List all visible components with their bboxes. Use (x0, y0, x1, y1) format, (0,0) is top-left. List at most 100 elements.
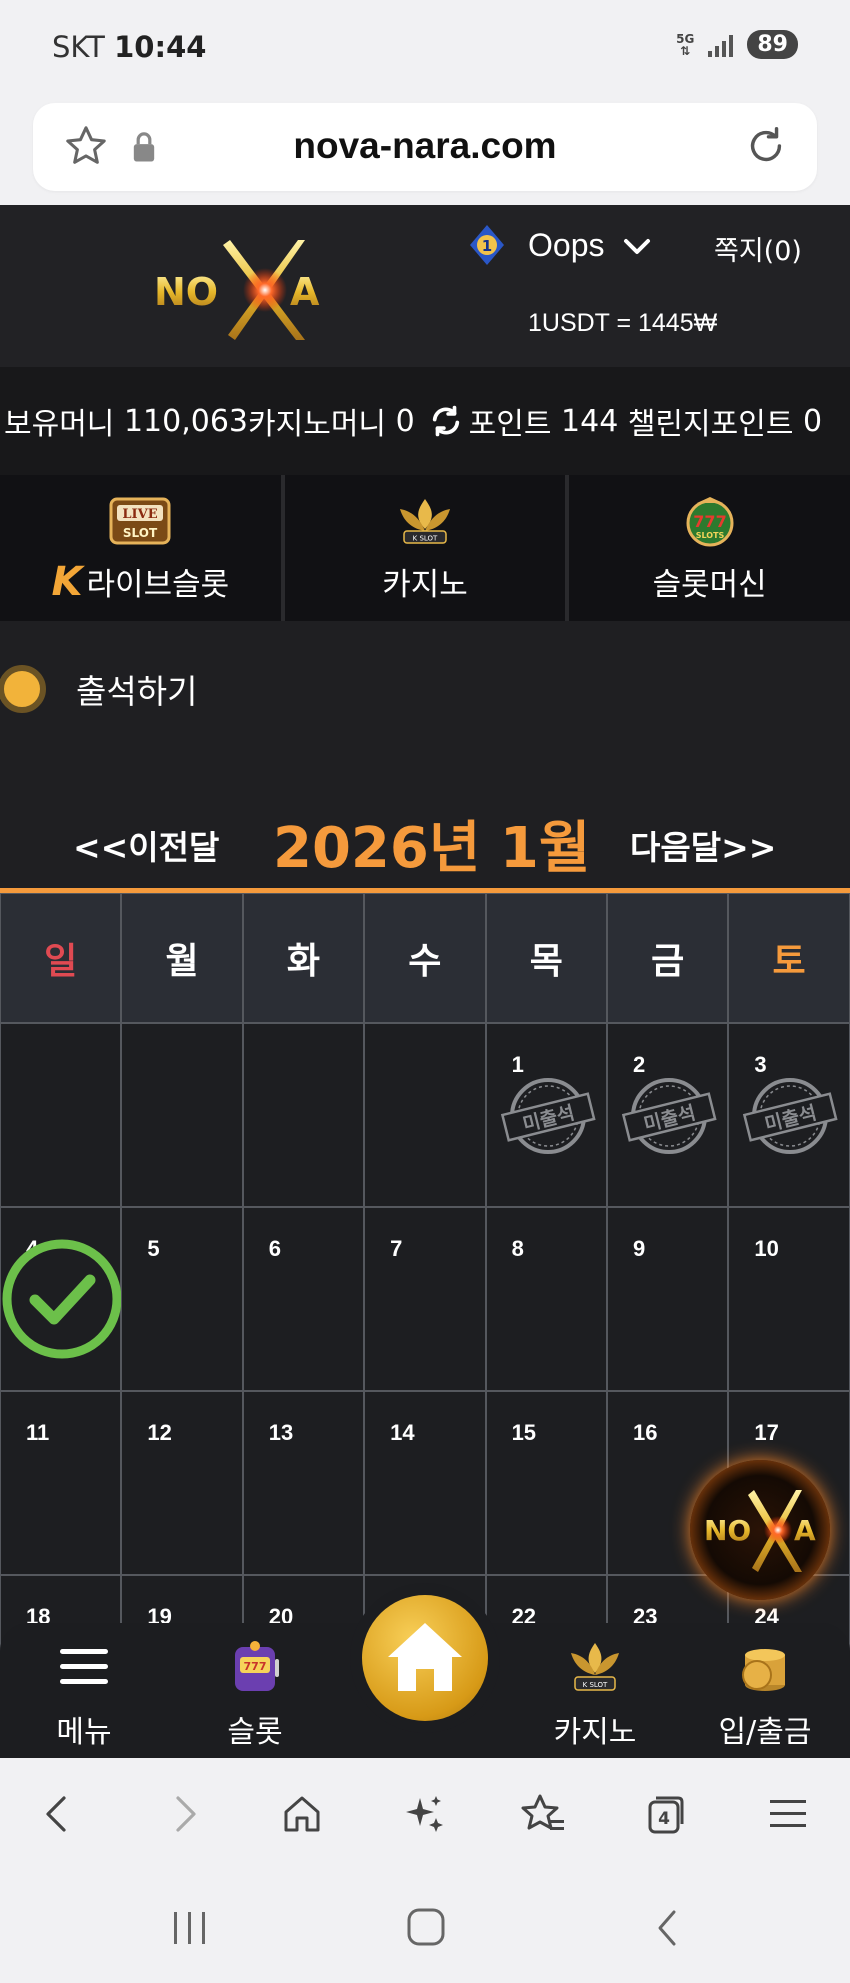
nova-logo[interactable]: NO A (150, 235, 350, 345)
system-back-icon[interactable] (646, 1908, 690, 1948)
attendance-title: 출석하기 (76, 672, 198, 711)
calendar-day-empty (121, 1023, 243, 1207)
calendar-day[interactable]: 3 미출석 (728, 1023, 850, 1207)
status-right: 5G ⇅ 89 (676, 30, 798, 59)
nav-label: 카지노 (553, 1715, 637, 1750)
svg-text:SLOTS: SLOTS (695, 531, 724, 540)
carrier: SKT (52, 30, 105, 64)
bookmarks-icon[interactable] (520, 1790, 568, 1838)
category-label: K 라이브슬롯 (51, 559, 230, 605)
calendar-day[interactable]: 6 (242, 1207, 365, 1391)
calendar-day[interactable]: 5 (121, 1207, 243, 1391)
calendar-day[interactable]: 13 (242, 1391, 365, 1575)
home-button-face (362, 1595, 488, 1721)
system-navigation (0, 1870, 850, 1983)
browser-menu-icon[interactable] (764, 1790, 812, 1838)
live-slot-icon: LIVE SLOT (109, 497, 171, 545)
home-button[interactable] (350, 1583, 500, 1733)
recent-apps-icon[interactable] (168, 1908, 212, 1948)
svg-text:777: 777 (244, 1660, 267, 1673)
calendar-day-empty (364, 1023, 486, 1207)
category-label: 슬롯머신 (652, 567, 767, 603)
calendar-day[interactable]: 8 (485, 1207, 607, 1391)
tabs-icon[interactable]: 4 (642, 1790, 690, 1838)
casino-money-label: 카지노머니 (248, 407, 387, 442)
checked-attendance-icon (2, 1239, 122, 1359)
day-number: 6 (268, 1236, 282, 1261)
day-number: 16 (632, 1420, 658, 1445)
site-content: NO A 1 Oops 쪽지(0) 1USDT = 1445₩ 보유머니 110… (0, 205, 850, 1758)
refresh-icon[interactable] (429, 404, 463, 438)
nav-slot[interactable]: 777 슬롯 (180, 1623, 330, 1758)
calendar-day-today[interactable]: 4 (0, 1207, 122, 1391)
address-bar[interactable]: nova-nara.com (33, 103, 817, 191)
attendance-section: 출석하기 (0, 665, 197, 713)
weekday-tue: 화 (242, 893, 365, 1023)
day-number: 11 (26, 1420, 50, 1445)
svg-text:A: A (794, 1514, 816, 1547)
reload-icon[interactable] (743, 123, 789, 169)
calendar-day[interactable]: 1 미출석 (485, 1023, 607, 1207)
svg-text:K SLOT: K SLOT (413, 535, 438, 543)
nav-label: 메뉴 (56, 1715, 112, 1750)
calendar-day[interactable]: 7 (364, 1207, 486, 1391)
nav-label: 슬롯 (227, 1715, 283, 1750)
calendar-week: 4 5 6 7 8 9 10 (0, 1207, 850, 1391)
month-title: 2026년 1월 (273, 816, 591, 881)
username[interactable]: Oops (528, 227, 604, 264)
url-text[interactable]: nova-nara.com (33, 125, 817, 167)
hamburger-menu-icon (60, 1649, 108, 1684)
next-month-button[interactable]: 다음달>> (630, 821, 776, 869)
chevron-down-icon[interactable] (622, 235, 652, 259)
category-slot-machine[interactable]: 777 SLOTS 슬롯머신 (569, 475, 850, 621)
weekday-sun: 일 (0, 893, 122, 1023)
challenge-point-label: 챌린지포인트 (627, 407, 794, 442)
back-icon[interactable] (34, 1790, 82, 1838)
clock: 10:44 (114, 30, 207, 64)
nav-casino[interactable]: K SLOT 카지노 (520, 1623, 670, 1758)
casino-money-value: 0 (395, 403, 415, 439)
day-number: 17 (754, 1420, 779, 1445)
day-number: 5 (147, 1236, 160, 1261)
nova-logo-icon: NO A (704, 1490, 816, 1572)
status-bar: SKT 10:44 5G ⇅ 89 (0, 0, 850, 96)
day-number: 12 (147, 1420, 172, 1445)
day-number: 8 (511, 1236, 524, 1261)
calendar-day[interactable]: 2 미출석 (606, 1023, 729, 1207)
floating-logo-button[interactable]: NO A (690, 1460, 830, 1600)
calendar-day[interactable]: 15 (485, 1391, 607, 1575)
svg-text:SLOT: SLOT (123, 526, 158, 540)
svg-text:NO: NO (154, 270, 218, 314)
calendar-day[interactable]: 10 (728, 1207, 850, 1391)
signal-icon (708, 33, 734, 57)
exchange-rate: 1USDT = 1445₩ (528, 309, 718, 337)
system-home-icon[interactable] (404, 1908, 448, 1948)
prev-month-button[interactable]: <<이전달 (73, 821, 219, 869)
day-number: 14 (390, 1420, 415, 1445)
site-header: NO A 1 Oops 쪽지(0) 1USDT = 1445₩ (0, 205, 850, 367)
home-icon (388, 1623, 462, 1691)
calendar-day[interactable]: 14 (364, 1391, 486, 1575)
calendar-day[interactable]: 11 (0, 1391, 122, 1575)
svg-text:1: 1 (482, 237, 492, 255)
svg-text:4: 4 (658, 1809, 670, 1829)
day-number: 13 (268, 1420, 294, 1445)
memo-link[interactable]: 쪽지(0) (714, 229, 802, 268)
nav-menu[interactable]: 메뉴 (9, 1623, 159, 1758)
day-number: 10 (754, 1236, 779, 1261)
attendance-dot-icon (0, 665, 46, 713)
absent-stamp-icon: 미출석 (500, 1078, 596, 1154)
ai-sparkle-icon[interactable] (400, 1790, 448, 1838)
category-live-slot[interactable]: LIVE SLOT K 라이브슬롯 (0, 475, 285, 621)
calendar-day[interactable]: 12 (121, 1391, 243, 1575)
category-casino[interactable]: K SLOT 카지노 (285, 475, 570, 621)
calendar-day[interactable]: 9 (606, 1207, 729, 1391)
forward-icon[interactable] (160, 1790, 208, 1838)
absent-stamp-icon: 미출석 (621, 1078, 717, 1154)
day-number: 7 (390, 1236, 403, 1261)
nav-deposit-withdraw[interactable]: 입/출금 (690, 1623, 840, 1758)
network-icon: 5G ⇅ (676, 31, 695, 58)
home-icon[interactable] (278, 1790, 326, 1838)
weekday-header-row: 일 월 화 수 목 금 토 (0, 893, 850, 1023)
weekday-mon: 월 (121, 893, 243, 1023)
